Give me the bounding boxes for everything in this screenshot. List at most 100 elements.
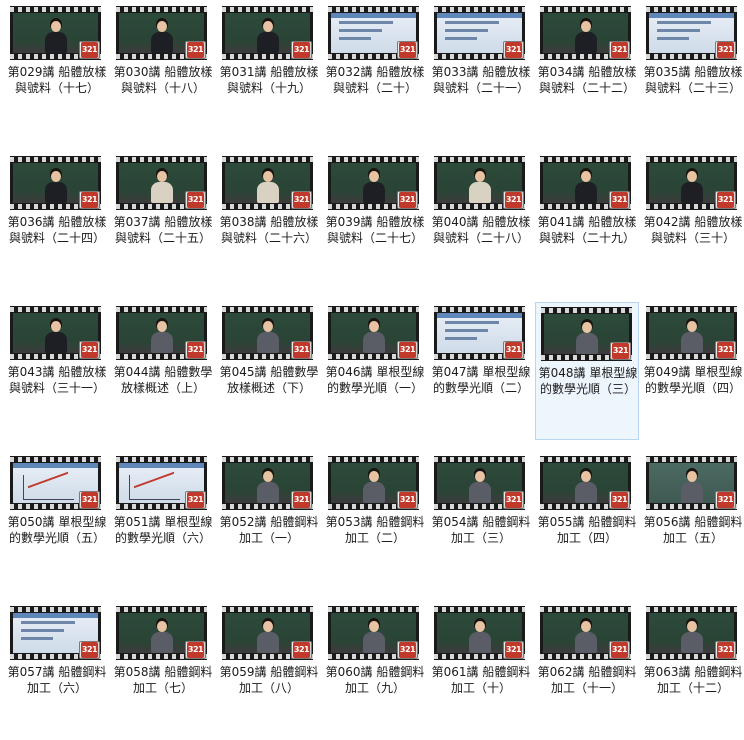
media-player-badge-icon: 321 [715,491,736,509]
badge-label: 321 [610,192,629,208]
video-file-item[interactable]: 321 第033講 船體放樣與號料（二十一） [429,2,533,140]
media-player-badge-icon: 321 [397,41,418,59]
film-strip-icon [328,457,419,462]
video-thumbnail: 321 [434,156,525,210]
badge-label: 321 [80,492,99,508]
video-thumbnail: 321 [646,306,737,360]
video-file-item[interactable]: 321 第058講 船體鋼料加工（七） [111,602,215,740]
video-file-item[interactable]: 321 第055講 船體鋼料加工（四） [535,452,639,590]
video-file-item[interactable]: 321 第062講 船體鋼料加工（十一） [535,602,639,740]
film-strip-icon [646,307,737,312]
lecturer-figure [362,621,385,653]
slide-text-lines [657,21,717,45]
video-file-item[interactable]: 321 第057講 船體鋼料加工（六） [5,602,109,740]
media-player-badge-icon: 321 [291,641,312,659]
video-file-item[interactable]: 321 第049講 單根型線的數學光順（四） [641,302,744,440]
badge-label: 321 [398,342,417,358]
video-thumbnail: 321 [328,306,419,360]
badge-label: 321 [716,42,735,58]
media-player-badge-icon: 321 [715,191,736,209]
video-file-item[interactable]: 321 第029講 船體放樣與號料（十七） [5,2,109,140]
slide-header-bar [649,13,734,18]
file-name-label: 第037講 船體放樣與號料（二十五） [113,215,213,245]
badge-label: 321 [398,192,417,208]
badge-label: 321 [186,492,205,508]
media-player-badge-icon: 321 [503,41,524,59]
badge-label: 321 [186,342,205,358]
video-file-item[interactable]: 321 第043講 船體放樣與號料（三十一） [5,302,109,440]
lecturer-figure [44,171,67,203]
video-file-item[interactable]: 321 第053講 船體鋼料加工（二） [323,452,427,590]
video-file-item[interactable]: 321 第035講 船體放樣與號料（二十三） [641,2,744,140]
video-file-item[interactable]: 321 第061講 船體鋼料加工（十） [429,602,533,740]
video-file-item[interactable]: 321 第046講 單根型線的數學光順（一） [323,302,427,440]
film-strip-icon [116,157,207,162]
file-name-label: 第035講 船體放樣與號料（二十三） [643,65,743,95]
video-file-item[interactable]: 321 第041講 船體放樣與號料（二十九） [535,152,639,290]
video-file-item[interactable]: 321 第039講 船體放樣與號料（二十七） [323,152,427,290]
lecturer-figure [362,171,385,203]
video-file-item[interactable]: 321 第032講 船體放樣與號料（二十） [323,2,427,140]
badge-label: 321 [186,642,205,658]
film-strip-icon [540,7,631,12]
lecturer-figure [362,471,385,503]
media-player-badge-icon: 321 [715,641,736,659]
lecturer-figure [256,321,279,353]
film-strip-icon [222,7,313,12]
lecturer-figure [680,471,703,503]
film-strip-icon [540,607,631,612]
file-name-label: 第040講 船體放樣與號料（二十八） [431,215,531,245]
film-strip-icon [222,307,313,312]
film-strip-icon [434,457,525,462]
video-file-item[interactable]: 321 第038講 船體放樣與號料（二十六） [217,152,321,290]
video-file-item[interactable]: 321 第034講 船體放樣與號料（二十二） [535,2,639,140]
video-file-item[interactable]: 321 第047講 單根型線的數學光順（二） [429,302,533,440]
video-thumbnail: 321 [10,156,101,210]
video-file-item[interactable]: 321 第030講 船體放樣與號料（十八） [111,2,215,140]
media-player-badge-icon: 321 [503,491,524,509]
video-thumbnail: 321 [646,456,737,510]
video-file-item[interactable]: 321 第059講 船體鋼料加工（八） [217,602,321,740]
lecturer-figure [680,171,703,203]
badge-label: 321 [80,42,99,58]
video-file-item[interactable]: 321 第063講 船體鋼料加工（十二） [641,602,744,740]
video-thumbnail: 321 [116,306,207,360]
video-file-item[interactable]: 321 第036講 船體放樣與號料（二十四） [5,152,109,290]
media-player-badge-icon: 321 [609,41,630,59]
video-thumbnail: 321 [328,156,419,210]
film-strip-icon [116,607,207,612]
badge-label: 321 [716,492,735,508]
video-file-item[interactable]: 321 第031講 船體放樣與號料（十九） [217,2,321,140]
video-file-item[interactable]: 321 第051講 單根型線的數學光順（六） [111,452,215,590]
film-strip-icon [541,308,632,313]
lecturer-figure [680,321,703,353]
video-thumbnail: 321 [646,606,737,660]
video-thumbnail: 321 [222,606,313,660]
video-thumbnail: 321 [540,606,631,660]
slide-header-bar [13,613,98,618]
video-thumbnail: 321 [541,307,632,361]
video-file-item[interactable]: 321 第056講 船體鋼料加工（五） [641,452,744,590]
video-thumbnail: 321 [116,156,207,210]
file-name-label: 第032講 船體放樣與號料（二十） [325,65,425,95]
video-file-item[interactable]: 321 第054講 船體鋼料加工（三） [429,452,533,590]
slide-chart-graphic [129,475,180,500]
video-file-item[interactable]: 321 第060講 船體鋼料加工（九） [323,602,427,740]
lecturer-figure [256,471,279,503]
film-strip-icon [646,157,737,162]
video-file-item[interactable]: 321 第042講 船體放樣與號料（三十） [641,152,744,290]
video-thumbnail: 321 [222,306,313,360]
video-thumbnail: 321 [328,456,419,510]
video-file-item[interactable]: 321 第037講 船體放樣與號料（二十五） [111,152,215,290]
media-player-badge-icon: 321 [79,491,100,509]
video-file-item[interactable]: 321 第048講 單根型線的數學光順（三） [535,302,639,440]
lecturer-figure [150,321,173,353]
video-file-item[interactable]: 321 第045講 船體數學放樣概述（下） [217,302,321,440]
video-file-item[interactable]: 321 第044講 船體數學放樣概述（上） [111,302,215,440]
video-file-item[interactable]: 321 第040講 船體放樣與號料（二十八） [429,152,533,290]
media-player-badge-icon: 321 [609,191,630,209]
video-file-item[interactable]: 321 第050講 單根型線的數學光順（五） [5,452,109,590]
badge-label: 321 [80,342,99,358]
file-name-label: 第038講 船體放樣與號料（二十六） [219,215,319,245]
video-file-item[interactable]: 321 第052講 船體鋼料加工（一） [217,452,321,590]
